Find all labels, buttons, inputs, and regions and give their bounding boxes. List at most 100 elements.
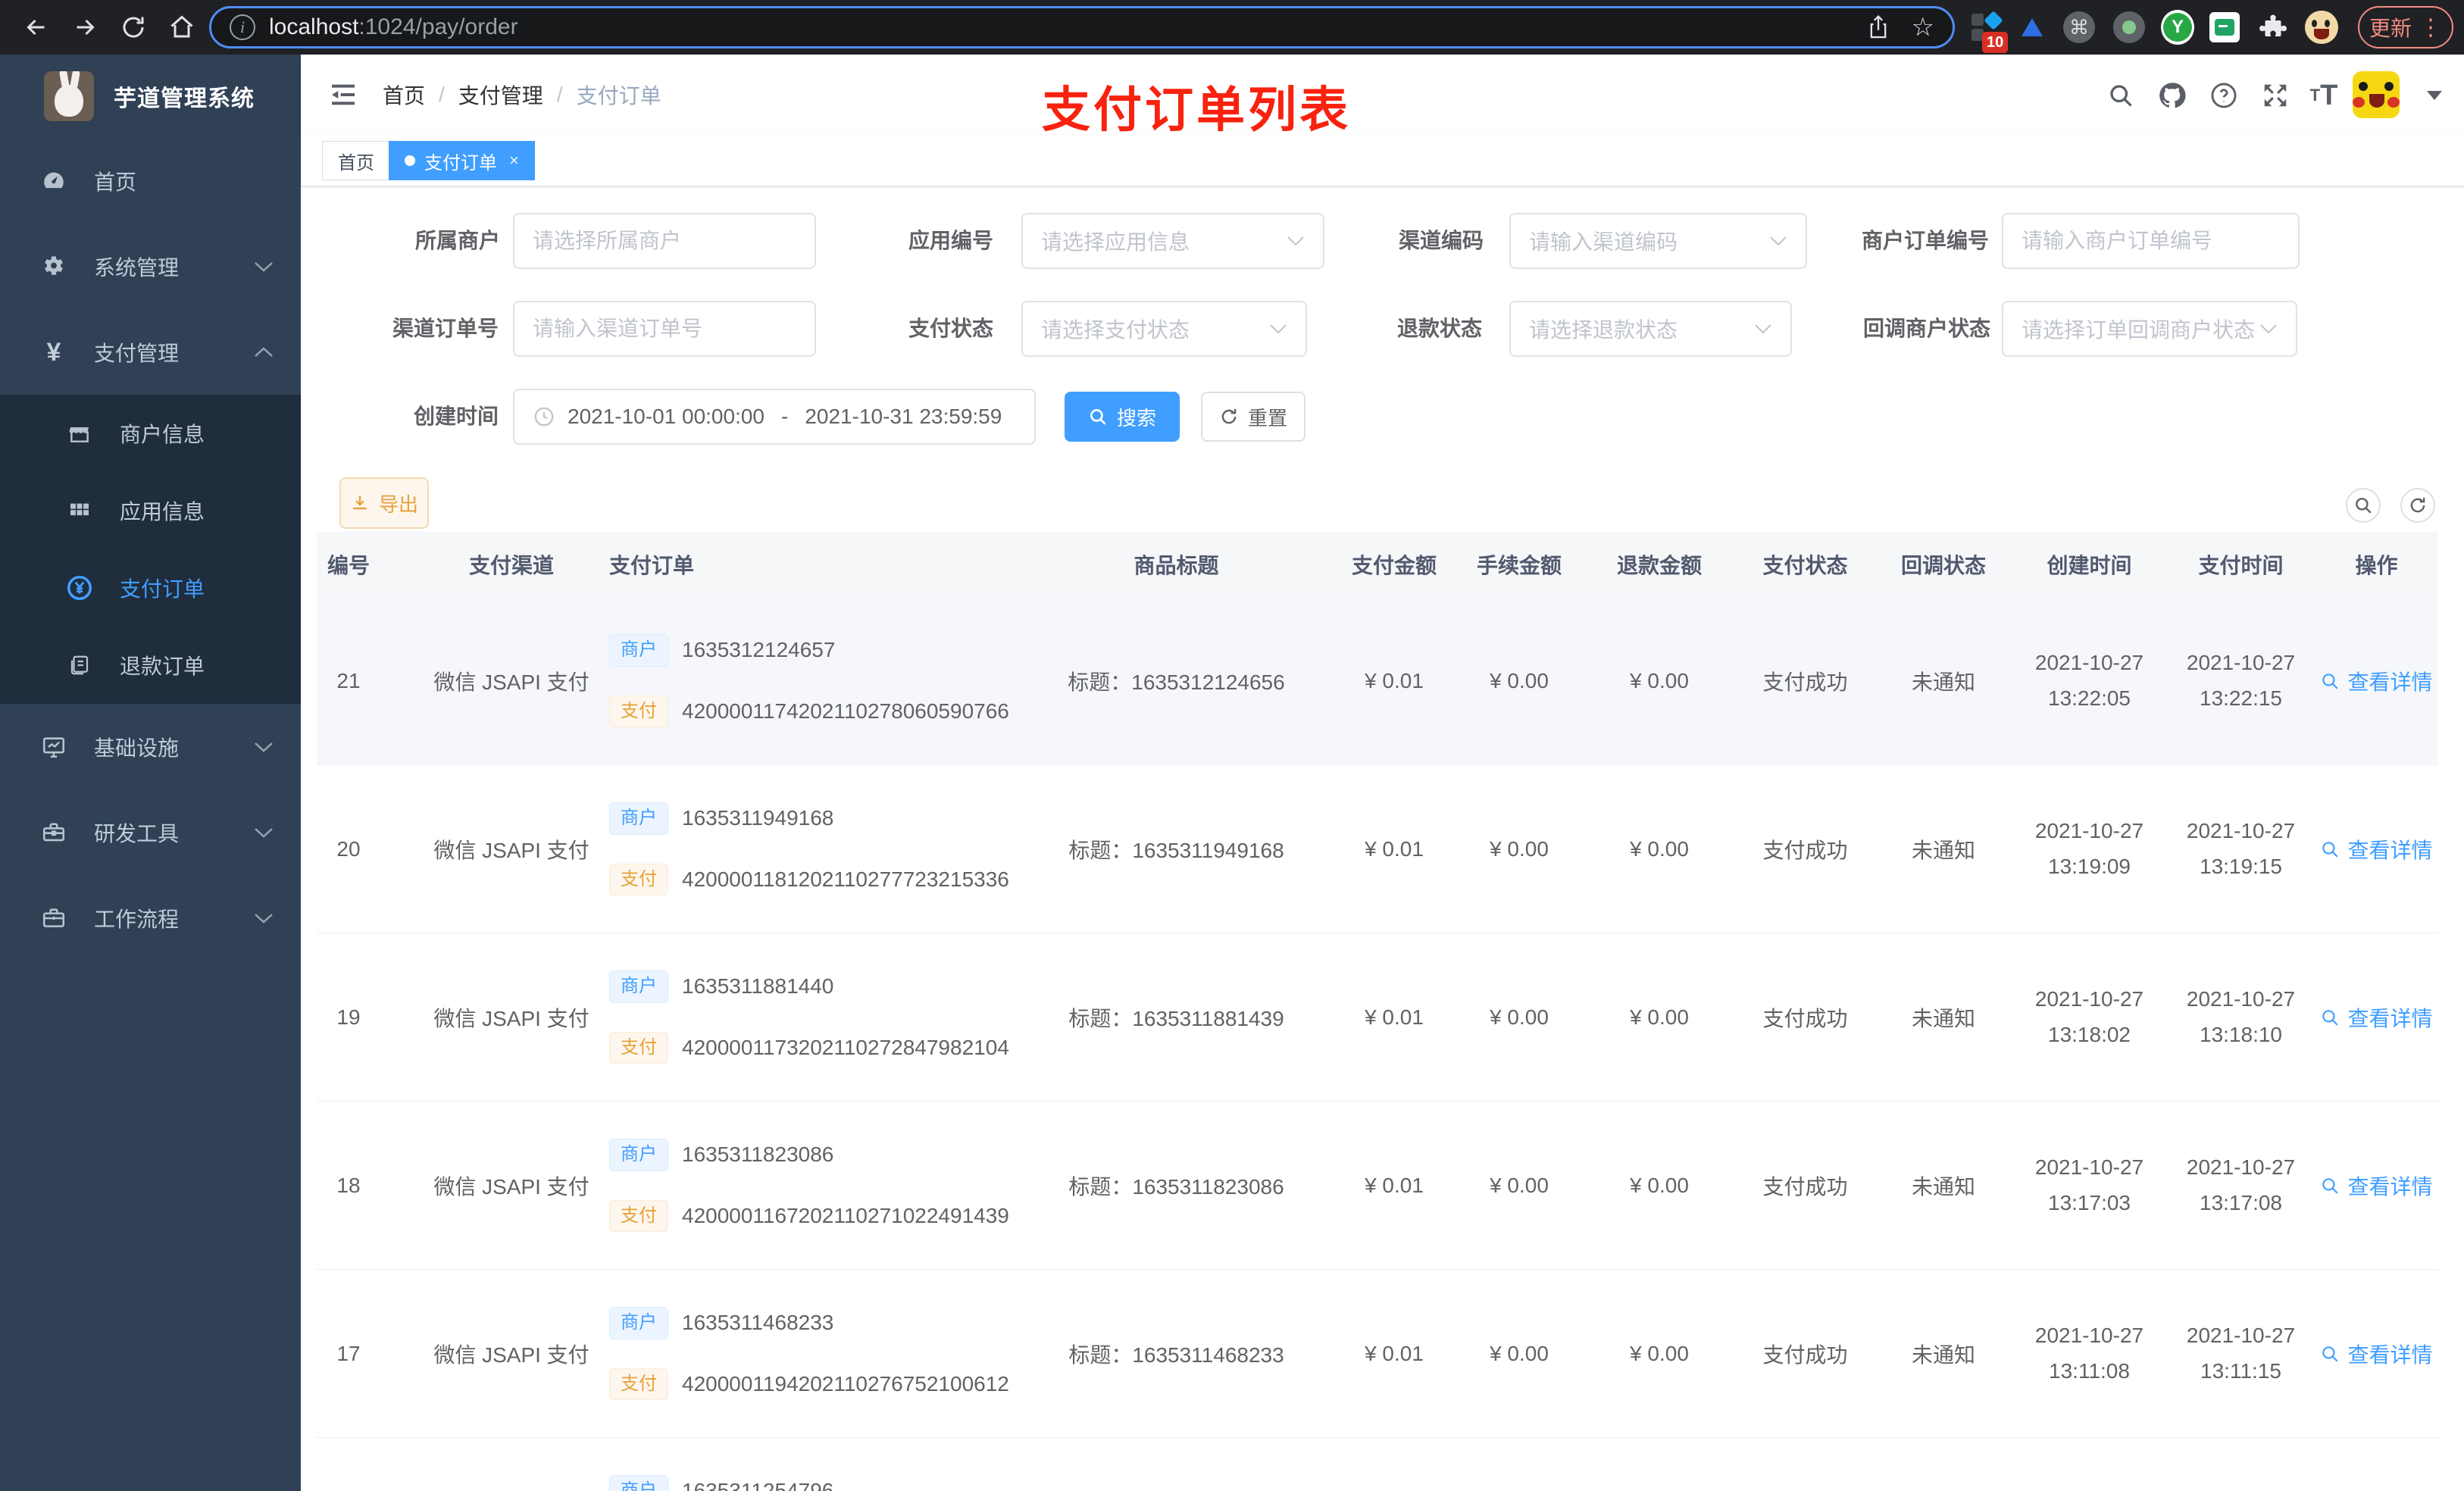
browser-menu-icon[interactable]: ⋮ xyxy=(2419,14,2442,41)
address-bar[interactable]: i localhost :1024/pay/order ☆ xyxy=(209,6,1955,48)
cell-title: 标题：1635312124656 xyxy=(1068,670,1285,694)
github-icon[interactable] xyxy=(2154,77,2190,114)
cell-create-time: 2021-10-27 13:22:05 xyxy=(2012,597,2167,764)
extensions-puzzle-icon[interactable] xyxy=(2256,11,2290,44)
sidebar-item-dev-tools[interactable]: 研发工具 xyxy=(0,789,301,875)
tab-close-icon[interactable]: × xyxy=(509,151,519,170)
merchant-order-no-input[interactable] xyxy=(2022,229,2280,253)
view-detail-link[interactable]: 查看详情 xyxy=(2320,1171,2433,1201)
extension-y-icon[interactable]: Y xyxy=(2161,10,2194,45)
share-icon[interactable] xyxy=(1866,14,1890,40)
header-search-icon[interactable] xyxy=(2103,77,2139,114)
cell-title: 标题：1635311823086 xyxy=(1068,1174,1284,1199)
view-detail-link[interactable]: 查看详情 xyxy=(2320,1339,2433,1369)
tab-home[interactable]: 首页 xyxy=(322,141,390,180)
cell-create-time: 2021-10-27 13:19:09 xyxy=(2012,765,2167,933)
sidebar-item-merchant-info[interactable]: 商户信息 xyxy=(0,395,301,472)
tag-pay: 支付 xyxy=(609,695,668,728)
dashboard-icon xyxy=(36,168,71,194)
table-row: 18 微信 JSAPI 支付 商户 1635311823086 支付 42000… xyxy=(317,1102,2438,1270)
cell-refund: ¥ 0.00 xyxy=(1630,1341,1689,1365)
tag-merchant: 商户 xyxy=(609,1306,668,1339)
extension-icon-1[interactable]: 10 xyxy=(1970,11,2009,53)
browser-back-icon[interactable] xyxy=(17,8,56,47)
sidebar-item-workflow[interactable]: 工作流程 xyxy=(0,875,301,961)
bookmark-star-icon[interactable]: ☆ xyxy=(1912,12,1934,42)
channel-order-no-input[interactable] xyxy=(533,317,796,341)
toggle-search-button[interactable] xyxy=(2346,488,2381,523)
extension-dot-icon[interactable] xyxy=(2112,11,2146,44)
notify-status-select[interactable]: 请选择订单回调商户状态 xyxy=(2002,301,2297,357)
export-button[interactable]: 导出 xyxy=(339,477,429,529)
cell-pay: ¥ 0.01 xyxy=(1365,1341,1424,1365)
extension-chat-icon[interactable] xyxy=(2208,11,2241,44)
action-label: 查看详情 xyxy=(2347,838,2433,862)
app-title: 芋道管理系统 xyxy=(114,86,255,111)
browser-reload-icon[interactable] xyxy=(114,8,153,47)
ctime-date: 2021-10-27 xyxy=(2034,1324,2144,1348)
cell-id: 17 xyxy=(336,1341,361,1365)
tags-view-bar: 首页 支付订单 × xyxy=(301,135,2464,186)
cell-title: 标题：1635311468233 xyxy=(1068,1343,1284,1367)
order-line-merchant: 商户 1635311468233 xyxy=(609,1306,833,1339)
cell-channel: 微信 JSAPI 支付 xyxy=(433,1006,589,1030)
user-avatar[interactable] xyxy=(2353,71,2400,118)
sidebar-item-payment[interactable]: ¥ 支付管理 xyxy=(0,309,301,395)
view-detail-link[interactable]: 查看详情 xyxy=(2320,666,2433,696)
sidebar-item-app-info[interactable]: 应用信息 xyxy=(0,472,301,549)
ptime-time: 13:11:15 xyxy=(2200,1358,2281,1383)
tab-pay-order[interactable]: 支付订单 × xyxy=(389,141,535,180)
browser-home-icon[interactable] xyxy=(162,8,202,47)
sidebar-item-home[interactable]: 首页 xyxy=(0,138,301,223)
sidebar: 芋道管理系统 首页 系统管理 ¥ 支付管理 商户信息 应用信息 支付订单 退款订… xyxy=(0,55,301,1491)
breadcrumb-home[interactable]: 首页 xyxy=(383,80,425,110)
browser-update-button[interactable]: 更新 ⋮ xyxy=(2358,6,2453,48)
view-detail-link[interactable]: 查看详情 xyxy=(2320,834,2433,864)
chevron-down-icon xyxy=(254,827,274,839)
extension-command-icon[interactable]: ⌘ xyxy=(2062,11,2096,44)
sidebar-toggle-icon[interactable] xyxy=(328,80,358,110)
refund-status-select[interactable]: 请选择退款状态 xyxy=(1509,301,1792,357)
font-size-icon[interactable]: TT xyxy=(2306,77,2342,114)
ptime-date: 2021-10-27 xyxy=(2186,987,2296,1011)
cell-order: 商户 1635312124657 支付 42000011742021102780… xyxy=(599,597,1019,764)
refresh-table-button[interactable] xyxy=(2400,488,2435,523)
cell-channel: 微信 JSAPI 支付 xyxy=(433,1174,589,1199)
gear-icon xyxy=(36,254,71,280)
app-logo[interactable]: 芋道管理系统 xyxy=(0,55,301,138)
col-title: 商品标题 xyxy=(1134,554,1219,577)
browser-forward-icon[interactable] xyxy=(65,8,105,47)
sidebar-item-system[interactable]: 系统管理 xyxy=(0,223,301,309)
col-pay-time: 支付时间 xyxy=(2198,554,2284,577)
filter-label-create-time: 创建时间 xyxy=(413,405,499,428)
date-range-picker[interactable]: 2021-10-01 00:00:00 - 2021-10-31 23:59:5… xyxy=(513,389,1036,445)
document-icon xyxy=(62,654,97,677)
col-pay-status: 支付状态 xyxy=(1762,554,1848,577)
filter-label-channel-order-no: 渠道订单号 xyxy=(392,317,499,340)
order-line-merchant: 商户 1635311949168 xyxy=(609,802,833,835)
sidebar-item-refund-order[interactable]: 退款订单 xyxy=(0,627,301,704)
fullscreen-icon[interactable] xyxy=(2257,77,2294,114)
merchant-input[interactable] xyxy=(533,229,796,253)
cell-title: 标题：1635311949168 xyxy=(1068,838,1284,862)
reset-button[interactable]: 重置 xyxy=(1201,392,1305,442)
avatar-dropdown-caret[interactable] xyxy=(2427,91,2442,100)
search-button[interactable]: 搜索 xyxy=(1065,392,1180,442)
merchant-no: 1635311881440 xyxy=(682,974,834,999)
sidebar-item-infra[interactable]: 基础设施 xyxy=(0,704,301,789)
profile-avatar-icon[interactable] xyxy=(2305,11,2338,44)
view-detail-link[interactable]: 查看详情 xyxy=(2320,1002,2433,1033)
extension-kite-icon[interactable] xyxy=(2015,11,2049,44)
order-line-pay: 支付 4200001181202110277723215336 xyxy=(609,863,1009,896)
order-line-merchant: 商户 1635311823086 xyxy=(609,1138,833,1171)
help-icon[interactable] xyxy=(2206,77,2242,114)
cell-notify: 未通知 xyxy=(1911,1174,1975,1199)
cell-status: 支付成功 xyxy=(1762,1006,1848,1030)
tag-pay: 支付 xyxy=(609,1368,668,1401)
site-info-icon[interactable]: i xyxy=(230,14,255,40)
cell-refund xyxy=(1584,1438,1735,1491)
merchant-order-no-field[interactable] xyxy=(2002,213,2300,269)
sidebar-item-pay-order[interactable]: 支付订单 xyxy=(0,549,301,627)
breadcrumb-pay-mgmt[interactable]: 支付管理 xyxy=(458,80,543,110)
tag-pay: 支付 xyxy=(609,1031,668,1064)
